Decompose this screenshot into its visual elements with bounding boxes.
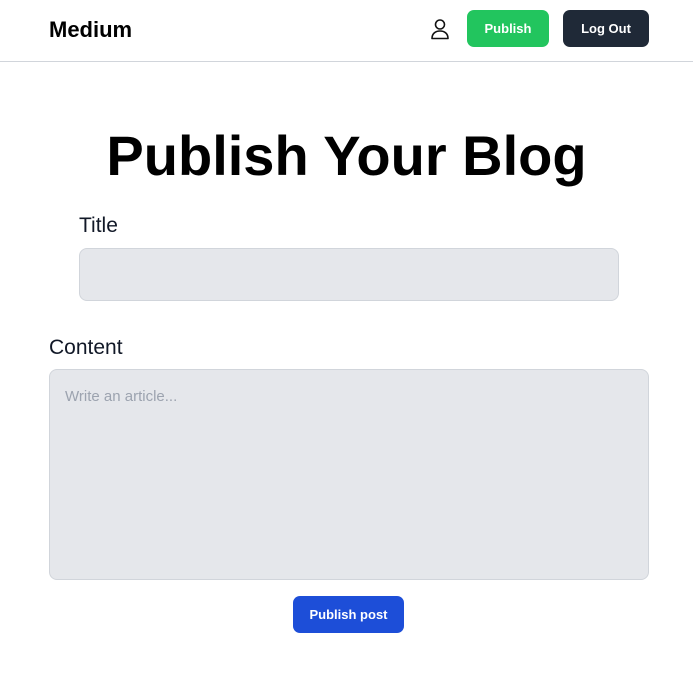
user-icon[interactable] (430, 18, 450, 40)
logout-button[interactable]: Log Out (563, 10, 649, 47)
publish-post-button[interactable]: Publish post (293, 596, 404, 633)
brand-logo[interactable]: Medium (49, 15, 132, 45)
title-label: Title (79, 214, 118, 237)
content-textarea[interactable] (49, 369, 649, 580)
title-input[interactable] (79, 248, 619, 301)
publish-button[interactable]: Publish (467, 10, 549, 47)
page-title: Publish Your Blog (106, 124, 587, 187)
content-label: Content (49, 336, 123, 359)
top-navbar: Medium Publish Log Out (0, 0, 693, 62)
